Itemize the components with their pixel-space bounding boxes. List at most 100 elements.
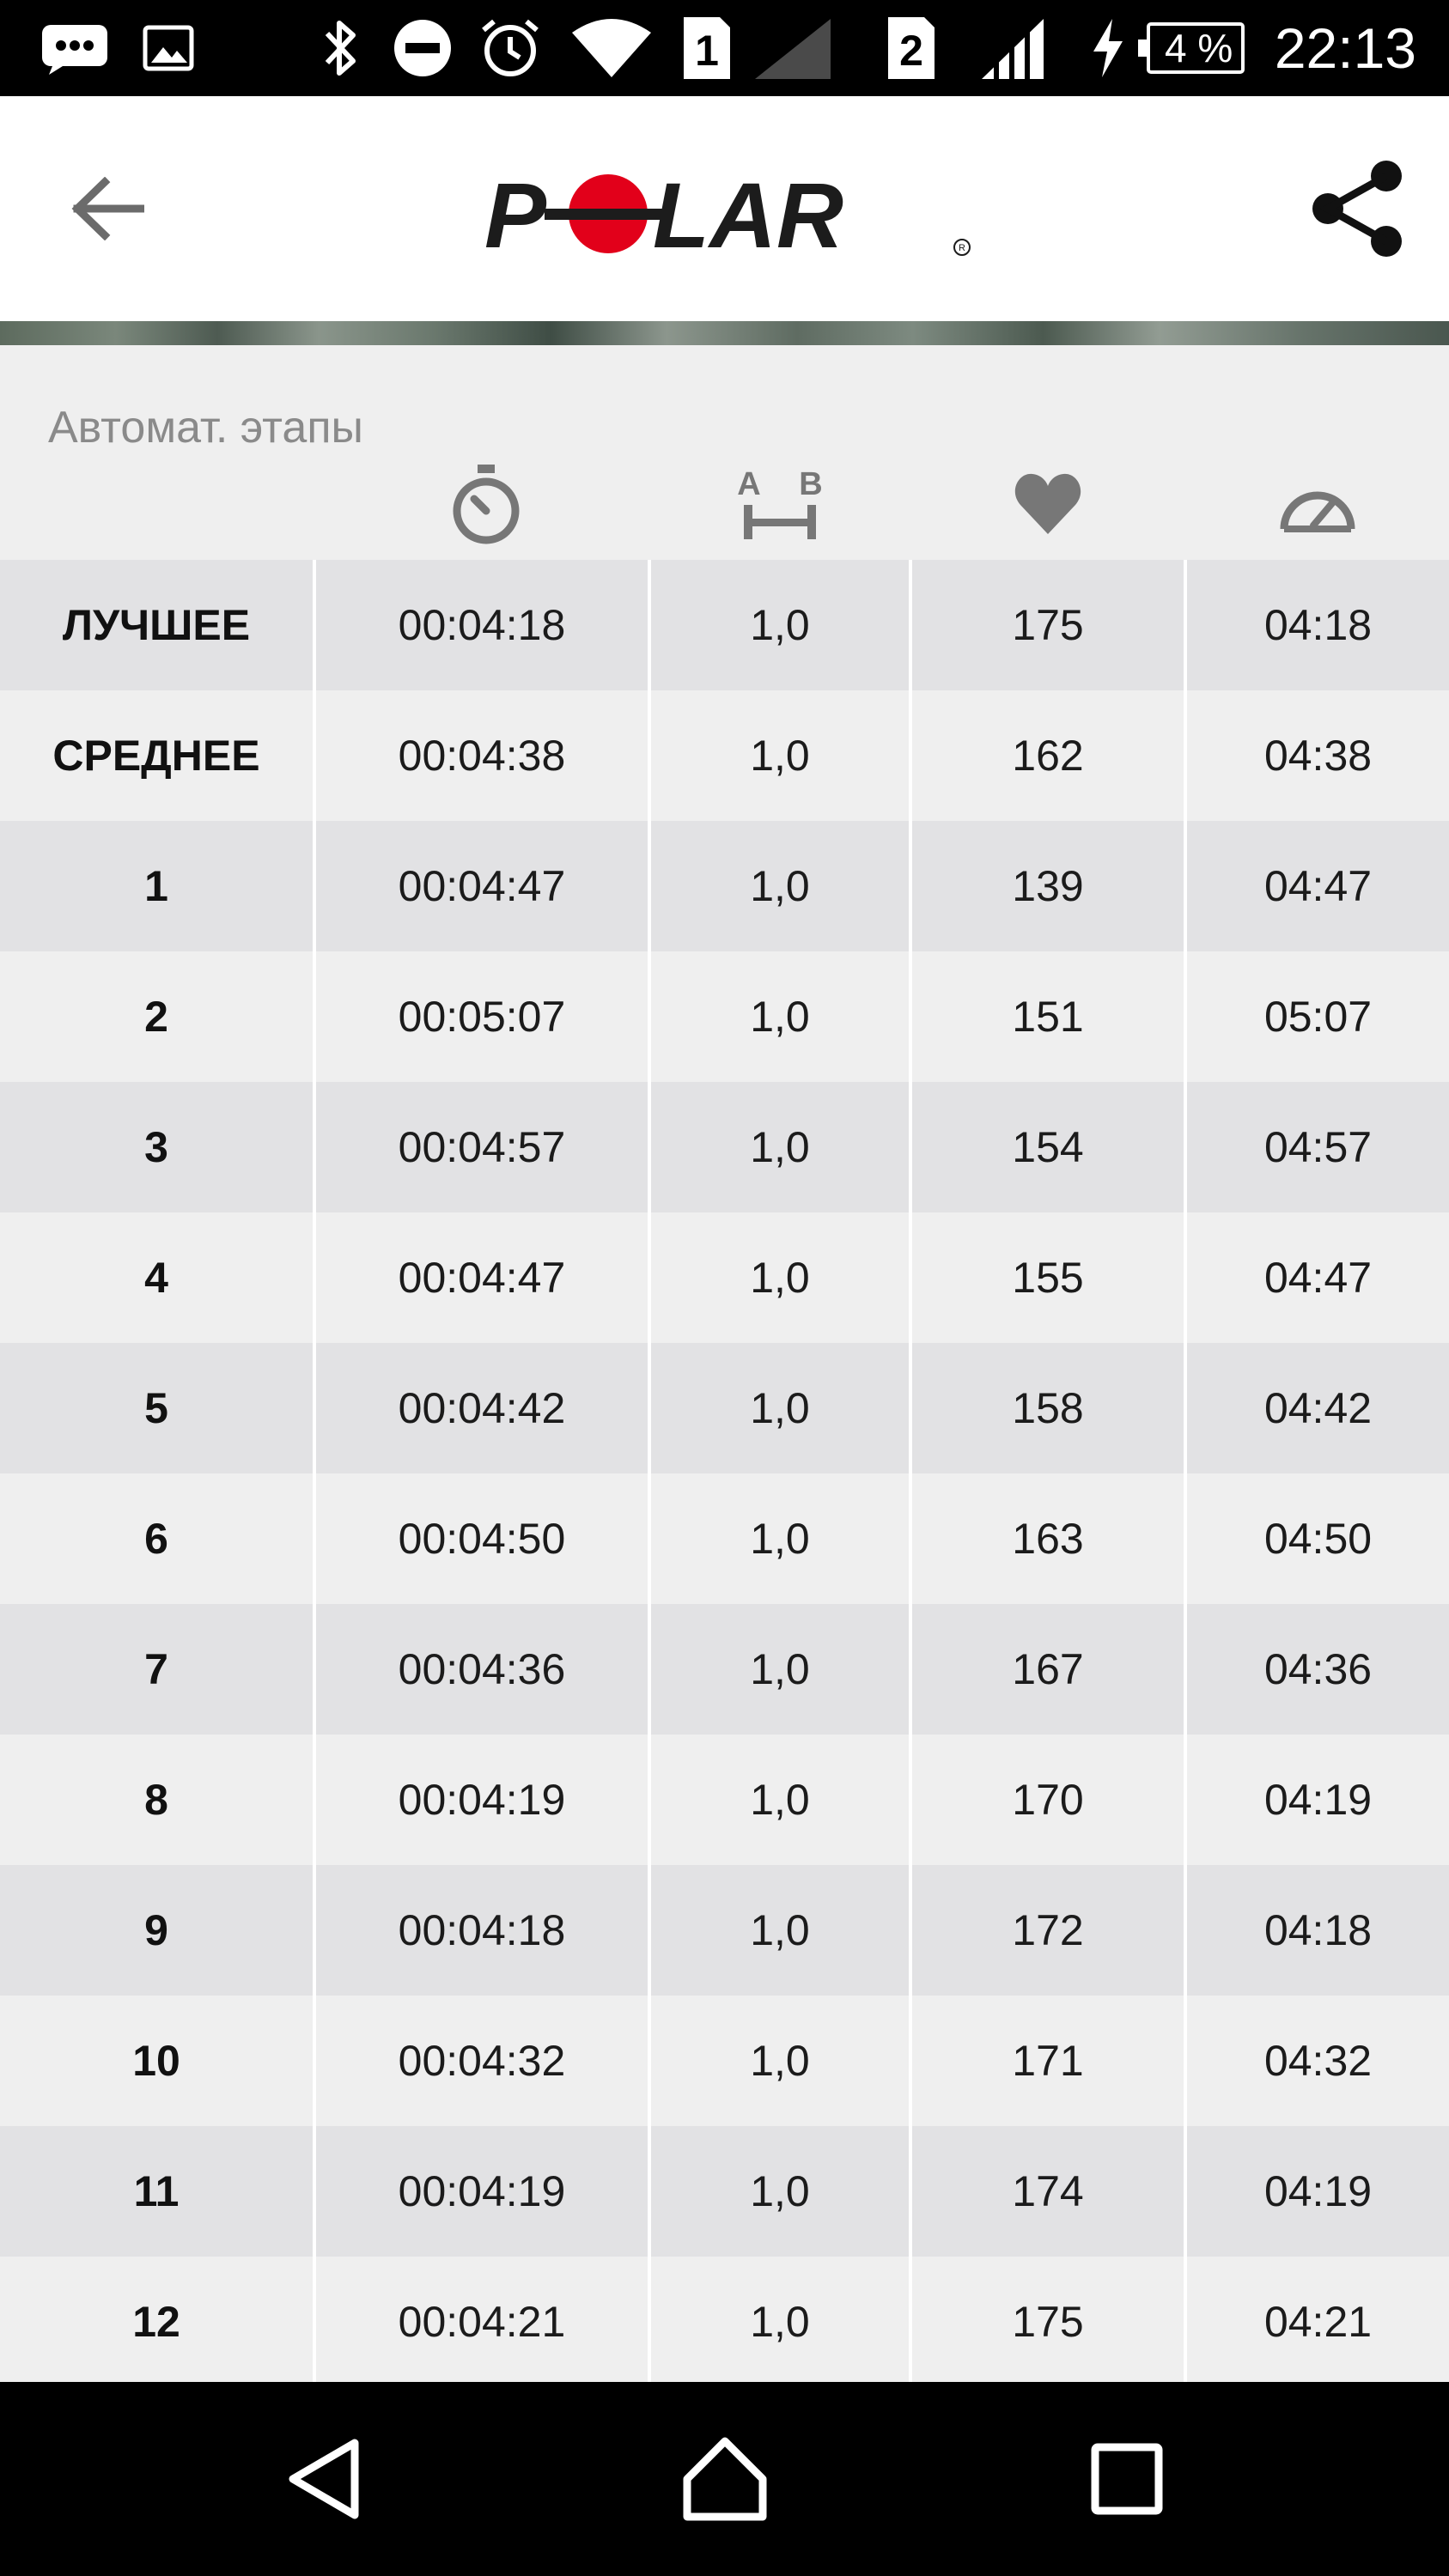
lap-time: 00:04:19	[398, 2167, 566, 2215]
column-divider	[909, 560, 912, 2382]
charging-icon	[1086, 0, 1129, 96]
distance-a-b-icon: A B	[649, 457, 910, 551]
lap-label: ЛУЧШЕЕ	[62, 601, 251, 649]
lap-distance: 1,0	[750, 2298, 810, 2346]
signal-icon	[746, 0, 840, 96]
lap-time: 00:04:38	[398, 732, 566, 780]
polar-logo: P LAR R	[481, 163, 979, 267]
table-row: 9 00:04:18 1,0 172 04:18	[0, 1865, 1449, 1996]
image-icon	[137, 0, 199, 96]
table-row: 6 00:04:50 1,0 163 04:50	[0, 1473, 1449, 1604]
lap-label: 9	[144, 1906, 168, 1954]
stopwatch-icon	[314, 457, 658, 551]
navigation-bar	[0, 2382, 1449, 2576]
table-row: ЛУЧШЕЕ 00:04:18 1,0 175 04:18	[0, 560, 1449, 690]
nav-home-icon[interactable]	[639, 2382, 811, 2576]
svg-text:LAR: LAR	[653, 165, 843, 259]
lap-heart-rate: 155	[1012, 1254, 1084, 1302]
table-row: 12 00:04:21 1,0 175 04:21	[0, 2257, 1449, 2382]
lap-pace: 04:38	[1263, 732, 1373, 780]
lap-label: СРЕДНЕЕ	[52, 732, 260, 780]
lap-time: 00:04:19	[398, 1776, 566, 1824]
table-row: 8 00:04:19 1,0 170 04:19	[0, 1735, 1449, 1865]
table-row: 4 00:04:47 1,0 155 04:47	[0, 1212, 1449, 1343]
lap-time: 00:04:18	[398, 1906, 566, 1954]
lap-heart-rate: 174	[1012, 2167, 1084, 2215]
svg-text:A: A	[737, 466, 760, 502]
lap-pace: 04:57	[1263, 1123, 1373, 1171]
lap-time: 00:04:50	[398, 1515, 566, 1563]
lap-heart-rate: 162	[1012, 732, 1084, 780]
lap-distance: 1,0	[750, 1384, 810, 1432]
lap-distance: 1,0	[750, 2167, 810, 2215]
lap-label: 4	[144, 1254, 168, 1302]
lap-pace: 05:07	[1263, 993, 1373, 1041]
battery-percent: 4 %	[1165, 26, 1233, 70]
lap-heart-rate: 167	[1012, 1645, 1084, 1693]
lap-label: 7	[144, 1645, 168, 1693]
lap-time: 00:04:42	[398, 1384, 566, 1432]
svg-text:P: P	[484, 165, 547, 259]
nav-back-icon[interactable]	[237, 2382, 409, 2576]
chat-icon	[38, 0, 112, 96]
share-icon[interactable]	[1303, 153, 1415, 264]
lap-pace: 04:32	[1263, 2037, 1373, 2085]
clock-time: 22:13	[1274, 16, 1416, 80]
laps-panel: Автомат. этапы A B ЛУЧШЕЕ 00:04:18 1,0 175 0…	[0, 345, 1449, 2382]
lap-distance: 1,0	[750, 1645, 810, 1693]
heart-icon	[910, 457, 1185, 551]
lap-time: 00:04:18	[398, 601, 566, 649]
lap-distance: 1,0	[750, 1776, 810, 1824]
lap-label: 2	[144, 993, 168, 1041]
lap-distance: 1,0	[750, 1515, 810, 1563]
table-row: СРЕДНЕЕ 00:04:38 1,0 162 04:38	[0, 690, 1449, 821]
lap-time: 00:04:47	[398, 862, 566, 910]
lap-label: 8	[144, 1776, 168, 1824]
lap-pace: 04:18	[1263, 601, 1373, 649]
table-row: 7 00:04:36 1,0 167 04:36	[0, 1604, 1449, 1735]
lap-label: 5	[144, 1384, 168, 1432]
arrow-back-icon[interactable]	[60, 161, 155, 256]
lap-time: 00:05:07	[398, 993, 566, 1041]
lap-heart-rate: 163	[1012, 1515, 1084, 1563]
svg-text:2: 2	[899, 27, 923, 75]
table-row: 2 00:05:07 1,0 151 05:07	[0, 951, 1449, 1082]
lap-distance: 1,0	[750, 1123, 810, 1171]
sim2-badge: 2	[883, 0, 940, 96]
lap-pace: 04:21	[1263, 2298, 1373, 2346]
lap-distance: 1,0	[750, 2037, 810, 2085]
lap-distance: 1,0	[750, 732, 810, 780]
lap-heart-rate: 170	[1012, 1776, 1084, 1824]
speedometer-icon	[1185, 457, 1449, 551]
lap-label: 1	[144, 862, 168, 910]
column-divider	[648, 560, 651, 2382]
lap-distance: 1,0	[750, 601, 810, 649]
lap-label: 3	[144, 1123, 168, 1171]
signal-icon	[974, 0, 1051, 96]
lap-distance: 1,0	[750, 1906, 810, 1954]
lap-distance: 1,0	[750, 993, 810, 1041]
lap-pace: 04:18	[1263, 1906, 1373, 1954]
lap-heart-rate: 172	[1012, 1906, 1084, 1954]
lap-distance: 1,0	[750, 1254, 810, 1302]
table-row: 3 00:04:57 1,0 154 04:57	[0, 1082, 1449, 1212]
alarm-icon	[474, 0, 546, 96]
table-row: 10 00:04:32 1,0 171 04:32	[0, 1996, 1449, 2126]
do-not-disturb-icon	[388, 0, 457, 96]
svg-text:B: B	[799, 466, 822, 502]
column-divider	[1184, 560, 1187, 2382]
bluetooth-icon	[311, 0, 371, 96]
lap-time: 00:04:36	[398, 1645, 566, 1693]
lap-label: 11	[133, 2167, 180, 2215]
lap-pace: 04:19	[1263, 2167, 1373, 2215]
svg-text:1: 1	[695, 27, 719, 75]
table-row: 5 00:04:42 1,0 158 04:42	[0, 1343, 1449, 1473]
map-preview[interactable]	[0, 321, 1449, 345]
sim1-badge: 1	[679, 0, 735, 96]
column-divider	[313, 560, 316, 2382]
table-row: 1 00:04:47 1,0 139 04:47	[0, 821, 1449, 951]
svg-text:R: R	[959, 243, 965, 253]
lap-heart-rate: 154	[1012, 1123, 1084, 1171]
laps-table: ЛУЧШЕЕ 00:04:18 1,0 1 7 5 04:18 СРЕДНЕЕ 00:04:38…	[0, 560, 1449, 2382]
nav-recents-icon[interactable]	[1041, 2382, 1213, 2576]
